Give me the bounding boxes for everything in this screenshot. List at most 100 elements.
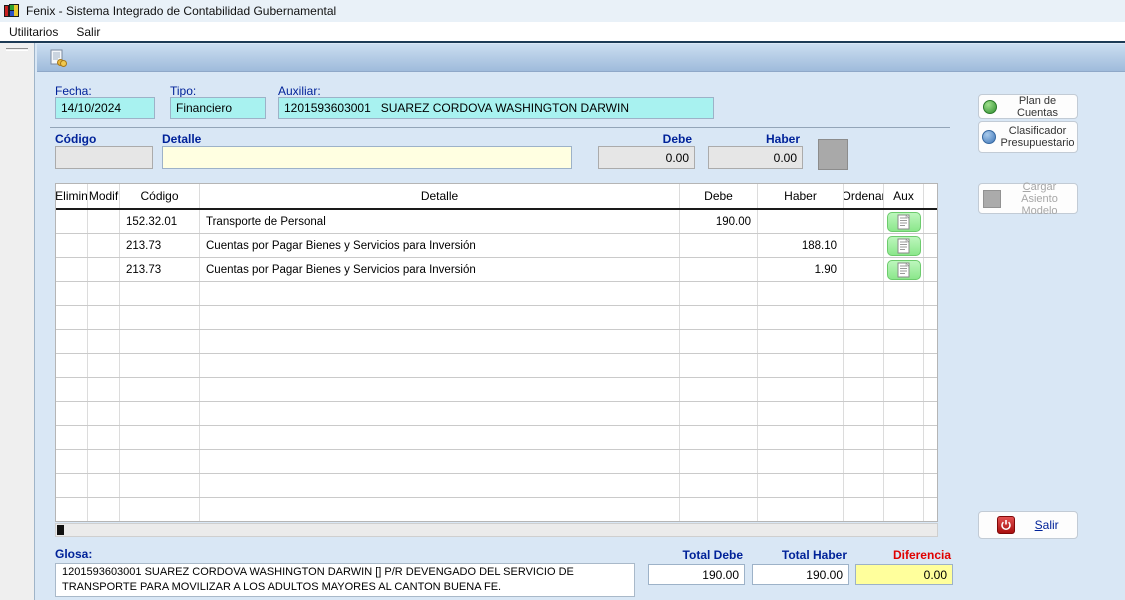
menu-utilitarios[interactable]: Utilitarios xyxy=(0,22,67,41)
cell-haber xyxy=(758,450,844,473)
menu-bar: Utilitarios Salir xyxy=(0,22,1125,41)
cell-detalle xyxy=(200,378,680,401)
debe-entry-input[interactable] xyxy=(598,146,695,169)
cell-ordenar xyxy=(844,234,884,257)
header-ordenar[interactable]: Ordenar xyxy=(844,184,884,208)
cell-debe xyxy=(680,426,758,449)
cell-ordenar xyxy=(844,306,884,329)
cell-debe xyxy=(680,282,758,305)
menu-salir[interactable]: Salir xyxy=(67,22,109,41)
save-record-button[interactable] xyxy=(47,47,69,69)
cell-ordenar xyxy=(844,426,884,449)
cell-elimin xyxy=(56,450,88,473)
plan-de-cuentas-label: Plan de Cuentas xyxy=(1002,95,1073,119)
separator-line xyxy=(50,127,950,128)
cell-detalle xyxy=(200,282,680,305)
aux-button[interactable] xyxy=(887,260,921,280)
table-row[interactable]: 213.73Cuentas por Pagar Bienes y Servici… xyxy=(56,234,937,258)
total-haber-input[interactable] xyxy=(752,564,849,585)
cell-aux xyxy=(884,450,924,473)
scrollbar-thumb[interactable] xyxy=(57,525,64,535)
header-modif[interactable]: Modif xyxy=(88,184,120,208)
cell-codigo xyxy=(120,354,200,377)
total-debe-input[interactable] xyxy=(648,564,745,585)
cell-haber: 188.10 xyxy=(758,234,844,257)
cell-debe xyxy=(680,498,758,521)
cell-aux xyxy=(884,354,924,377)
table-row-empty xyxy=(56,354,937,378)
left-splitter-panel[interactable] xyxy=(0,43,35,600)
gray-square-icon xyxy=(983,190,1001,208)
cell-debe xyxy=(680,402,758,425)
cell-detalle xyxy=(200,498,680,521)
window-frame-line xyxy=(0,41,1125,43)
cell-end xyxy=(924,258,937,281)
cell-end xyxy=(924,354,937,377)
cell-haber xyxy=(758,426,844,449)
cell-codigo xyxy=(120,402,200,425)
cell-elimin xyxy=(56,378,88,401)
cell-detalle xyxy=(200,402,680,425)
cell-elimin xyxy=(56,234,88,257)
cell-end xyxy=(924,306,937,329)
header-haber[interactable]: Haber xyxy=(758,184,844,208)
table-row-empty xyxy=(56,450,937,474)
plan-de-cuentas-button[interactable]: Plan de Cuentas xyxy=(978,94,1078,119)
cell-haber xyxy=(758,210,844,233)
cell-elimin xyxy=(56,498,88,521)
clasificador-presupuestario-button[interactable]: Clasificador Presupuestario xyxy=(978,121,1078,153)
haber-entry-label: Haber xyxy=(708,132,800,146)
total-haber-label: Total Haber xyxy=(752,548,847,562)
header-elimin[interactable]: Elimin xyxy=(56,184,88,208)
grid-horizontal-scrollbar[interactable] xyxy=(55,523,938,537)
aux-button[interactable] xyxy=(887,212,921,232)
cell-haber: 1.90 xyxy=(758,258,844,281)
header-detalle[interactable]: Detalle xyxy=(200,184,680,208)
cell-modif xyxy=(88,258,120,281)
cell-codigo xyxy=(120,498,200,521)
cell-modif xyxy=(88,210,120,233)
cell-end xyxy=(924,498,937,521)
cell-elimin xyxy=(56,402,88,425)
cell-end xyxy=(924,330,937,353)
window-title: Fenix - Sistema Integrado de Contabilida… xyxy=(26,4,336,18)
cargar-asiento-label: Cargar Asiento Modelo xyxy=(1006,181,1073,217)
cell-modif xyxy=(88,234,120,257)
cell-aux xyxy=(884,234,924,257)
cell-codigo xyxy=(120,282,200,305)
cargar-asiento-modelo-button[interactable]: Cargar Asiento Modelo xyxy=(978,183,1078,214)
cell-aux xyxy=(884,282,924,305)
cell-aux xyxy=(884,426,924,449)
cell-ordenar xyxy=(844,378,884,401)
fecha-input[interactable] xyxy=(55,97,155,119)
table-row[interactable]: 213.73Cuentas por Pagar Bienes y Servici… xyxy=(56,258,937,282)
codigo-entry-input[interactable] xyxy=(55,146,153,169)
table-row[interactable]: 152.32.01Transporte de Personal190.00 xyxy=(56,210,937,234)
add-entry-button[interactable] xyxy=(818,139,848,170)
cell-modif xyxy=(88,474,120,497)
tipo-input[interactable] xyxy=(170,97,266,119)
cell-detalle xyxy=(200,354,680,377)
cell-debe xyxy=(680,354,758,377)
blue-sphere-icon xyxy=(982,130,996,144)
power-icon xyxy=(997,516,1015,534)
haber-entry-input[interactable] xyxy=(708,146,803,169)
cell-end xyxy=(924,378,937,401)
table-row-empty xyxy=(56,306,937,330)
cell-haber xyxy=(758,498,844,521)
cell-ordenar xyxy=(844,258,884,281)
header-codigo[interactable]: Código xyxy=(120,184,200,208)
header-debe[interactable]: Debe xyxy=(680,184,758,208)
auxiliar-input[interactable] xyxy=(278,97,714,119)
salir-button[interactable]: Salir xyxy=(978,511,1078,539)
glosa-text[interactable]: 1201593603001 SUAREZ CORDOVA WASHINGTON … xyxy=(55,563,635,597)
diferencia-input[interactable] xyxy=(855,564,953,585)
cell-ordenar xyxy=(844,282,884,305)
header-aux[interactable]: Aux xyxy=(884,184,924,208)
cell-ordenar xyxy=(844,354,884,377)
aux-button[interactable] xyxy=(887,236,921,256)
detalle-entry-input[interactable] xyxy=(162,146,572,169)
grid-header: Elimin Modif Código Detalle Debe Haber O… xyxy=(56,184,937,210)
cell-end xyxy=(924,402,937,425)
cell-modif xyxy=(88,306,120,329)
